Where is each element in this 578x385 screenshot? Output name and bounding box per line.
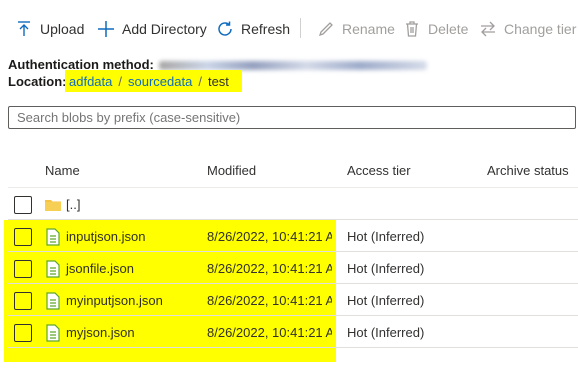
delete-label: Delete	[428, 21, 469, 37]
trash-icon	[402, 19, 422, 39]
change-tier-button[interactable]: Change tier	[478, 18, 576, 40]
breadcrumb-adfdata[interactable]: adfdata	[69, 74, 112, 89]
table-row[interactable]: myinputjson.json 8/26/2022, 10:41:21 AM …	[0, 284, 578, 316]
file-icon	[44, 228, 62, 246]
breadcrumb-separator: /	[198, 73, 202, 89]
file-name[interactable]: jsonfile.json	[66, 261, 134, 276]
row-divider	[8, 347, 578, 348]
rename-button[interactable]: Rename	[316, 18, 395, 40]
file-name[interactable]: myjson.json	[66, 325, 135, 340]
row-checkbox[interactable]	[14, 196, 32, 214]
table-row-parent[interactable]: [..]	[0, 188, 578, 220]
file-access-tier: Hot (Inferred)	[347, 325, 425, 340]
breadcrumb-sourcedata[interactable]: sourcedata	[128, 74, 192, 89]
file-modified: 8/26/2022, 10:41:21 AM	[207, 229, 332, 244]
delete-button[interactable]: Delete	[402, 18, 468, 40]
breadcrumb: adfdata / sourcedata / test	[65, 70, 242, 92]
parent-directory-link[interactable]: [..]	[66, 197, 80, 212]
rename-icon	[316, 19, 336, 39]
file-modified: 8/26/2022, 10:41:21 AM	[207, 293, 332, 308]
file-access-tier: Hot (Inferred)	[347, 293, 425, 308]
location-label: Location:	[8, 74, 67, 89]
file-modified: 8/26/2022, 10:41:21 AM	[207, 261, 332, 276]
column-header-modified[interactable]: Modified	[207, 163, 256, 178]
breadcrumb-separator: /	[118, 73, 122, 89]
plus-icon	[96, 19, 116, 39]
column-header-archive-status[interactable]: Archive status	[487, 163, 569, 178]
file-modified: 8/26/2022, 10:41:21 AM	[207, 325, 332, 340]
file-name[interactable]: myinputjson.json	[66, 293, 163, 308]
change-tier-label: Change tier	[504, 21, 577, 37]
file-access-tier: Hot (Inferred)	[347, 229, 425, 244]
rename-label: Rename	[342, 21, 395, 37]
file-icon	[44, 260, 62, 278]
add-directory-button[interactable]: Add Directory	[96, 18, 207, 40]
file-icon	[44, 292, 62, 310]
refresh-label: Refresh	[241, 21, 291, 37]
refresh-icon	[215, 19, 235, 39]
search-input[interactable]	[17, 110, 557, 125]
file-icon	[44, 324, 62, 342]
redacted-auth-value	[158, 61, 427, 71]
file-access-tier: Hot (Inferred)	[347, 261, 425, 276]
upload-icon	[14, 19, 34, 39]
row-checkbox[interactable]	[14, 292, 32, 310]
file-name[interactable]: inputjson.json	[66, 229, 146, 244]
add-directory-label: Add Directory	[122, 21, 207, 37]
swap-icon	[478, 19, 498, 39]
row-checkbox[interactable]	[14, 260, 32, 278]
folder-icon	[44, 196, 62, 214]
search-box	[8, 106, 576, 129]
upload-button[interactable]: Upload	[14, 18, 84, 40]
column-header-access-tier[interactable]: Access tier	[347, 163, 411, 178]
toolbar-divider	[300, 18, 301, 38]
command-bar: Upload Add Directory Refresh Rename Dele…	[0, 0, 578, 56]
row-checkbox[interactable]	[14, 324, 32, 342]
table-row[interactable]: jsonfile.json 8/26/2022, 10:41:21 AM Hot…	[0, 252, 578, 284]
table-row[interactable]: myjson.json 8/26/2022, 10:41:21 AM Hot (…	[0, 316, 578, 348]
row-checkbox[interactable]	[14, 228, 32, 246]
upload-label: Upload	[40, 21, 85, 37]
table-row[interactable]: inputjson.json 8/26/2022, 10:41:21 AM Ho…	[0, 220, 578, 252]
location-row: Location:	[8, 74, 67, 89]
refresh-button[interactable]: Refresh	[215, 18, 290, 40]
column-header-name[interactable]: Name	[45, 163, 80, 178]
breadcrumb-test: test	[207, 73, 229, 89]
